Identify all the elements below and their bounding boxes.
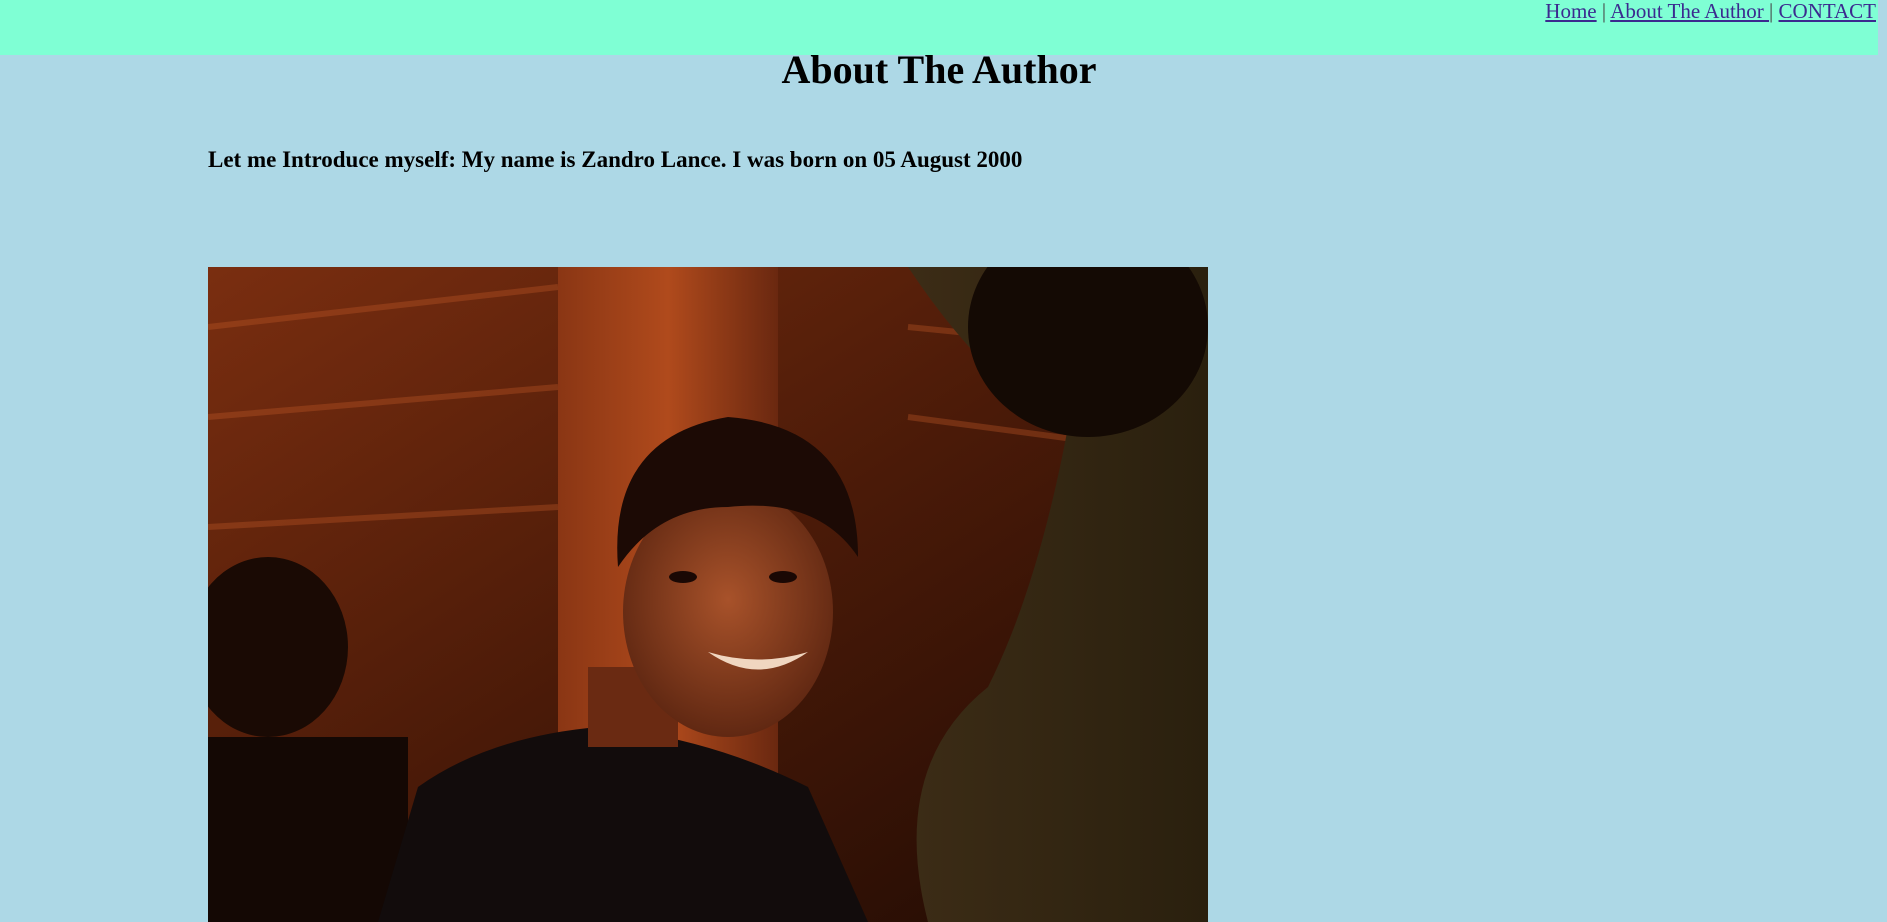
intro-text: Let me Introduce myself: My name is Zand… [208, 147, 1023, 172]
top-nav: Home | About The Author | CONTACT [1545, 0, 1876, 24]
nav-contact-link[interactable]: CONTACT [1779, 0, 1876, 23]
author-photo [208, 267, 1208, 922]
nav-about-link[interactable]: About The Author [1610, 0, 1769, 23]
nav-separator: | [1601, 0, 1607, 23]
nav-separator: | [1769, 0, 1774, 23]
page-title: About The Author [781, 47, 1097, 92]
nav-home-link[interactable]: Home [1545, 0, 1596, 23]
